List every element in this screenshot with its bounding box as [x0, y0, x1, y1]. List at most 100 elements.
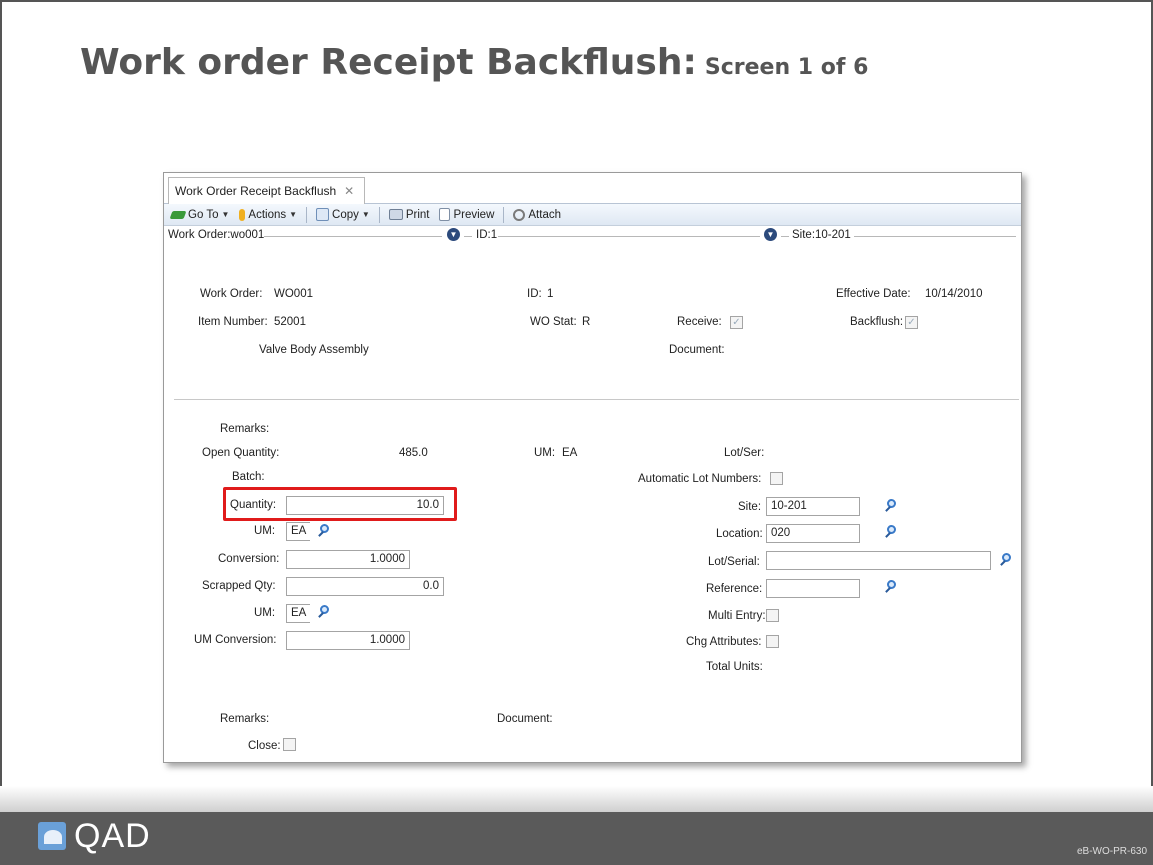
- id-label: ID:: [527, 288, 542, 300]
- item-number-value: 52001: [274, 316, 306, 328]
- close-checkbox[interactable]: [283, 738, 296, 751]
- um-conversion-label: UM Conversion:: [194, 634, 277, 646]
- conversion-label: Conversion:: [218, 553, 280, 565]
- paperclip-icon: [513, 208, 526, 221]
- copy-button[interactable]: Copy ▼: [313, 208, 373, 221]
- open-quantity-value: 485.0: [399, 447, 428, 459]
- um-input[interactable]: EA: [286, 522, 310, 541]
- header-rule: [464, 236, 472, 237]
- print-button[interactable]: Print: [386, 209, 433, 221]
- attach-button[interactable]: Attach: [510, 208, 564, 221]
- location-label: Location:: [716, 528, 763, 540]
- total-units-label: Total Units:: [706, 661, 763, 673]
- header-rule: [264, 236, 442, 237]
- document-label: Document:: [669, 344, 725, 356]
- lightning-icon: [239, 208, 246, 221]
- preview-label: Preview: [453, 208, 495, 221]
- multi-entry-checkbox[interactable]: [766, 609, 779, 622]
- actions-button[interactable]: Actions ▼: [236, 208, 300, 221]
- reference-input[interactable]: [766, 579, 860, 598]
- tab-work-order-receipt-backflush[interactable]: Work Order Receipt Backflush ✕: [168, 177, 366, 204]
- lot-serial-input[interactable]: [766, 551, 991, 570]
- backflush-label: Backflush:: [850, 316, 904, 328]
- goto-arrow-icon: [169, 210, 187, 219]
- id-value: 1: [547, 288, 554, 300]
- item-description: Valve Body Assembly: [259, 344, 369, 356]
- receive-label: Receive:: [677, 316, 722, 328]
- section-divider: [174, 399, 1019, 400]
- remarks2-label: Remarks:: [220, 713, 270, 725]
- um-lookup-icon[interactable]: [317, 524, 331, 538]
- chevron-down-icon: ▼: [289, 210, 298, 219]
- printer-icon: [388, 209, 403, 220]
- receive-checkbox[interactable]: ✓: [730, 316, 743, 329]
- tab-label: Work Order Receipt Backflush: [175, 184, 337, 198]
- effective-date-label: Effective Date:: [836, 288, 911, 300]
- qad-logo-text: QAD: [74, 817, 151, 855]
- scrapped-qty-label: Scrapped Qty:: [202, 580, 276, 592]
- slide-title-main: Work order Receipt Backflush:: [80, 42, 697, 83]
- chevron-down-icon: ▼: [361, 210, 370, 219]
- lot-serial-label: Lot/Serial:: [708, 556, 760, 568]
- goto-button[interactable]: Go To ▼: [168, 209, 232, 221]
- header-rule: [498, 236, 760, 237]
- qad-logo-icon: [38, 822, 66, 850]
- scrapped-qty-input[interactable]: 0.0: [286, 577, 444, 596]
- site-input[interactable]: 10-201: [766, 497, 860, 516]
- reference-lookup-icon[interactable]: [884, 580, 898, 594]
- backflush-checkbox[interactable]: ✓: [905, 316, 918, 329]
- effective-date-value: 10/14/2010: [925, 288, 983, 300]
- expand-icon[interactable]: ▼: [447, 228, 460, 241]
- um-value-top: EA: [562, 447, 578, 459]
- footer-bar: [0, 812, 1153, 865]
- quantity-highlight: [223, 487, 457, 521]
- open-quantity-label: Open Quantity:: [202, 447, 280, 459]
- chg-attributes-label: Chg Attributes:: [686, 636, 762, 648]
- toolbar-divider: [378, 206, 380, 223]
- slide-title-sub: Screen 1 of 6: [704, 55, 869, 80]
- header-site: Site:10-201: [792, 229, 851, 241]
- wo-stat-label: WO Stat:: [530, 316, 577, 328]
- um2-label: UM:: [254, 607, 276, 619]
- slide-code: eB-WO-PR-630: [1076, 846, 1147, 857]
- header-id: ID:1: [476, 229, 498, 241]
- actions-label: Actions: [248, 208, 287, 221]
- preview-button[interactable]: Preview: [436, 208, 497, 221]
- attach-label: Attach: [528, 208, 561, 221]
- expand-icon[interactable]: ▼: [764, 228, 777, 241]
- copy-label: Copy: [332, 208, 359, 221]
- location-input[interactable]: 020: [766, 524, 860, 543]
- um2-input[interactable]: EA: [286, 604, 310, 623]
- footer-fade: [0, 786, 1153, 812]
- chg-attributes-checkbox[interactable]: [766, 635, 779, 648]
- reference-label: Reference:: [706, 583, 763, 595]
- app-window: Work Order Receipt Backflush ✕ Go To ▼ A…: [163, 172, 1022, 763]
- multi-entry-label: Multi Entry:: [708, 610, 766, 622]
- remarks-label: Remarks:: [220, 423, 270, 435]
- close-label: Close:: [248, 740, 281, 752]
- um2-lookup-icon[interactable]: [317, 605, 331, 619]
- auto-lot-numbers-checkbox[interactable]: [770, 472, 783, 485]
- um-label: UM:: [254, 525, 276, 537]
- conversion-input[interactable]: 1.0000: [286, 550, 410, 569]
- header-rule: [854, 236, 1016, 237]
- header-rule: [781, 236, 789, 237]
- lot-ser-label: Lot/Ser:: [724, 447, 765, 459]
- lot-serial-lookup-icon[interactable]: [999, 553, 1013, 567]
- work-order-value: WO001: [274, 288, 313, 300]
- location-lookup-icon[interactable]: [884, 525, 898, 539]
- print-label: Print: [405, 208, 430, 221]
- toolbar-divider: [503, 206, 505, 223]
- toolbar: Go To ▼ Actions ▼ Copy ▼ Print Preview A…: [164, 204, 1021, 226]
- auto-lot-numbers-label: Automatic Lot Numbers:: [638, 473, 762, 485]
- goto-label: Go To: [188, 208, 219, 221]
- slide-title: Work order Receipt Backflush: Screen 1 of…: [80, 42, 868, 83]
- site-lookup-icon[interactable]: [884, 499, 898, 513]
- wo-stat-value: R: [582, 316, 591, 328]
- um-conversion-input[interactable]: 1.0000: [286, 631, 410, 650]
- toolbar-divider: [306, 206, 308, 223]
- close-icon[interactable]: ✕: [344, 184, 354, 198]
- tab-bar: Work Order Receipt Backflush ✕: [164, 173, 1021, 204]
- document2-label: Document:: [497, 713, 553, 725]
- chevron-down-icon: ▼: [221, 210, 230, 219]
